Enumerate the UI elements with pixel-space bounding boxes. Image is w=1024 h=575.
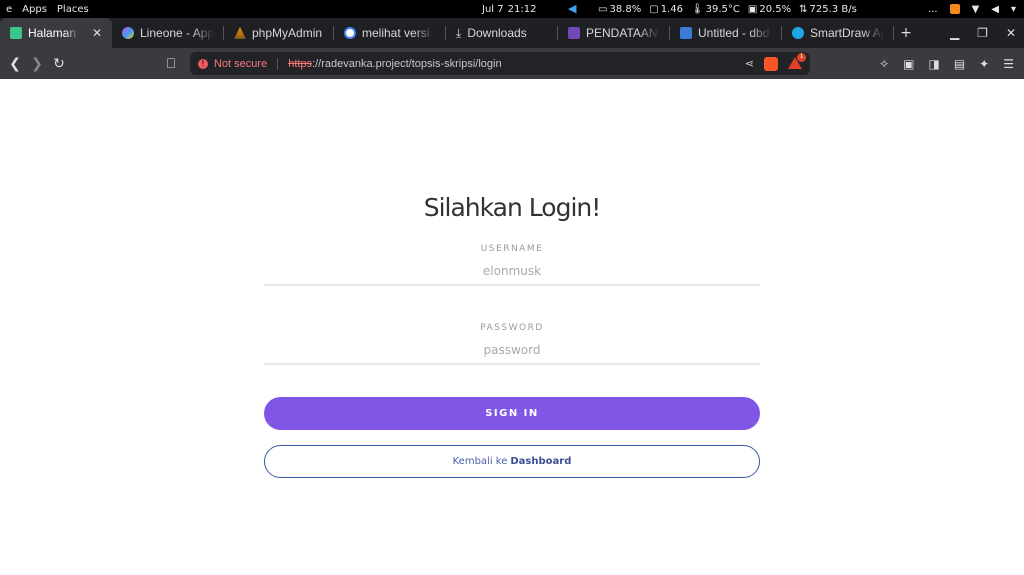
extensions-icon[interactable]: ✧ xyxy=(879,57,889,71)
menu-icon[interactable]: ☰ xyxy=(1003,57,1014,71)
tab-lineone[interactable]: Lineone - App xyxy=(112,18,224,48)
cpu-stat: ▣ 20.5% xyxy=(747,3,792,15)
window-controls: ▁ ❐ ✕ xyxy=(950,26,1016,40)
page-title: Silahkan Login! xyxy=(423,193,602,222)
tab-label: Untitled - dbd xyxy=(698,26,770,40)
tab-label: Halaman L xyxy=(28,26,80,40)
system-menu-e[interactable]: e xyxy=(6,4,12,15)
vscode-icon[interactable]: ◀ xyxy=(568,3,580,15)
tab-separator xyxy=(893,26,894,40)
tab-label: Downloads xyxy=(467,26,527,40)
volume-icon[interactable]: ◀ xyxy=(991,4,999,15)
url-protocol: https xyxy=(288,57,313,70)
load-stat: ▢ 1.46 xyxy=(649,3,683,15)
brave-shield-icon[interactable] xyxy=(764,56,778,71)
share-icon[interactable]: ⋖ xyxy=(745,57,754,70)
google-favicon-icon xyxy=(344,27,356,39)
tab-label: PENDATAAN T xyxy=(586,26,660,40)
back-prefix-text: Kembali ke xyxy=(452,456,508,467)
phpmyadmin-favicon-icon xyxy=(234,27,246,39)
back-icon[interactable]: ❮ xyxy=(4,56,26,72)
battery-icon: ▭ xyxy=(598,3,608,15)
battery-stat: ▭ 38.8% xyxy=(598,3,642,15)
password-input[interactable] xyxy=(264,337,760,365)
forward-icon[interactable]: ❯ xyxy=(26,56,48,72)
tab-close-icon[interactable]: ✕ xyxy=(92,26,102,40)
tab-phpmyadmin[interactable]: phpMyAdmin xyxy=(224,18,334,48)
tab-melihat-versi[interactable]: melihat versi : xyxy=(334,18,446,48)
toolbar-right: ✧ ▣ ◨ ▤ ✦ ☰ xyxy=(879,57,1014,71)
browser-toolbar: ❮ ❯ ↻ ⎕ ! Not secure https://radevanka.p… xyxy=(0,48,1024,79)
tab-favicon-icon xyxy=(10,27,22,39)
download-icon: ⤓ xyxy=(456,25,462,40)
system-menu-places[interactable]: Places xyxy=(57,4,89,15)
address-bar[interactable]: ! Not secure https://radevanka.project/t… xyxy=(190,52,810,75)
network-stat: ⇅ 725.3 B/s xyxy=(799,3,857,15)
time-text: 21:12 xyxy=(507,3,537,15)
system-stats: ▭ 38.8% ▢ 1.46 🌡 39.5°C ▣ 20.5% ⇅ 725.3 B/s xyxy=(598,4,857,15)
wifi-icon[interactable]: ▼ xyxy=(972,4,980,15)
tab-downloads[interactable]: ⤓ Downloads xyxy=(446,18,558,48)
minimize-icon[interactable]: ▁ xyxy=(950,26,959,40)
rewards-badge: 1 xyxy=(797,52,806,62)
back-to-dashboard-button[interactable]: Kembali ke Dashboard xyxy=(264,445,760,478)
lineone-favicon-icon xyxy=(122,27,134,39)
network-arrows-icon: ⇅ xyxy=(799,3,808,15)
forms-favicon-icon xyxy=(568,27,580,39)
reload-icon[interactable]: ↻ xyxy=(48,56,70,72)
thermometer-icon: 🌡 xyxy=(690,3,704,15)
tab-label: SmartDraw Ap xyxy=(810,26,884,40)
dbdiagram-favicon-icon xyxy=(680,27,692,39)
tray: ... ▼ ◀ ▾ xyxy=(928,4,1016,15)
url-separator xyxy=(277,57,279,70)
close-window-icon[interactable]: ✕ xyxy=(1006,26,1016,40)
system-top-bar: e Apps Places Jul 7 21:12 ◀ ▭ 38.8% ▢ 1.46… xyxy=(0,0,1024,18)
screenshot-icon[interactable]: ▣ xyxy=(903,57,914,71)
brave-rewards-icon[interactable]: 1 xyxy=(788,52,806,71)
power-icon[interactable]: ▾ xyxy=(1011,4,1016,15)
url-text[interactable]: https://radevanka.project/topsis-skripsi… xyxy=(288,58,501,70)
url-actions: ⋖ 1 xyxy=(745,52,806,71)
url-path: ://radevanka.project/topsis-skripsi/logi… xyxy=(312,57,502,70)
username-label: USERNAME xyxy=(480,244,544,254)
tab-label: Lineone - App xyxy=(140,26,214,40)
tab-pendataan[interactable]: PENDATAAN T xyxy=(558,18,670,48)
sign-in-button[interactable]: SIGN IN xyxy=(264,397,760,430)
tab-label: phpMyAdmin xyxy=(252,26,323,40)
date-text: Jul 7 xyxy=(482,3,504,15)
not-secure-label[interactable]: Not secure xyxy=(214,58,267,70)
new-tab-button[interactable]: + xyxy=(894,25,918,41)
password-label: PASSWORD xyxy=(480,323,544,333)
bookmark-icon[interactable]: ⎕ xyxy=(160,56,182,72)
tray-dots[interactable]: ... xyxy=(928,4,938,15)
tab-untitled-dbdiagram[interactable]: Untitled - dbd xyxy=(670,18,782,48)
dashboard-link[interactable]: Dashboard xyxy=(510,456,571,467)
monitor-icon: ▢ xyxy=(649,3,659,15)
sidebar-icon[interactable]: ◨ xyxy=(928,57,939,71)
temp-stat: 🌡 39.5°C xyxy=(690,3,740,15)
system-menu-apps[interactable]: Apps xyxy=(22,4,47,15)
clock[interactable]: Jul 7 21:12 xyxy=(482,4,536,15)
username-input[interactable] xyxy=(264,258,760,286)
tab-strip: Halaman L ✕ Lineone - App phpMyAdmin mel… xyxy=(0,18,1024,48)
smartdraw-favicon-icon xyxy=(792,27,804,39)
restore-icon[interactable]: ❐ xyxy=(977,26,988,40)
system-menu: e Apps Places xyxy=(0,4,89,15)
warning-icon: ! xyxy=(198,58,208,69)
wallet-icon[interactable]: ▤ xyxy=(954,57,965,71)
leo-ai-icon[interactable]: ✦ xyxy=(979,57,989,71)
login-page: Silahkan Login! USERNAME PASSWORD SIGN I… xyxy=(0,79,1024,575)
tab-halaman-login[interactable]: Halaman L ✕ xyxy=(0,18,112,48)
tab-label: melihat versi : xyxy=(362,26,436,40)
tab-smartdraw[interactable]: SmartDraw Ap xyxy=(782,18,894,48)
tray-app-icon[interactable] xyxy=(949,4,960,14)
cpu-icon: ▣ xyxy=(747,3,758,15)
